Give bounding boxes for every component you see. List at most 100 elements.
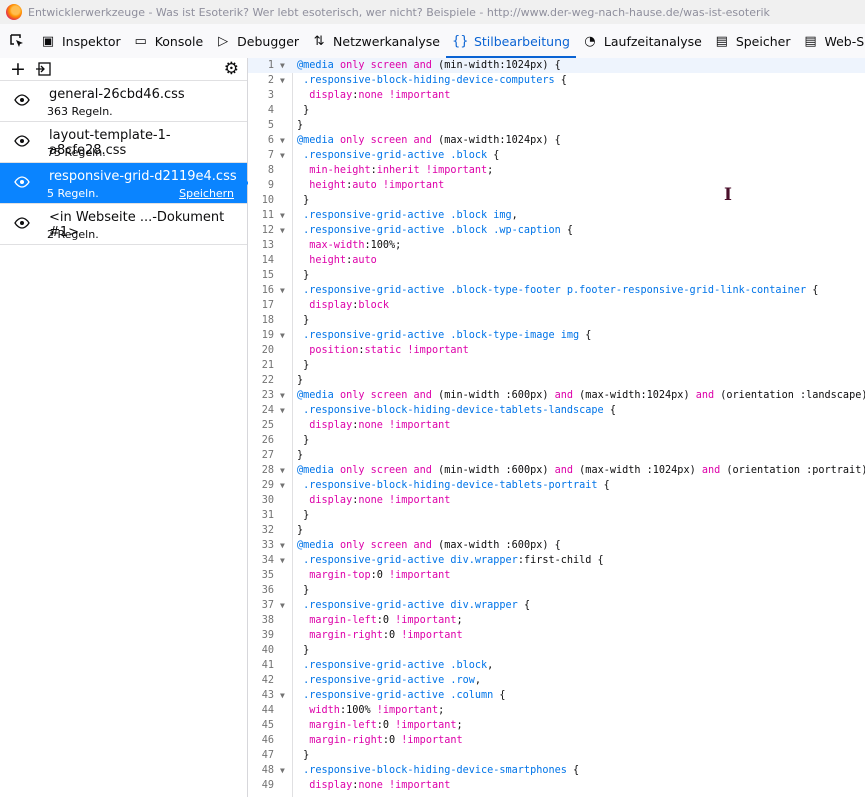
code-line[interactable]: 4 }: [248, 103, 865, 118]
code-line[interactable]: 20 position:static !important: [248, 343, 865, 358]
code-token: none !important: [358, 90, 451, 101]
stylesheet-item[interactable]: <in Webseite ...-Dokument #1> 2 Regeln.: [0, 204, 247, 245]
fold-arrow-icon[interactable]: ▼: [280, 598, 285, 613]
code-line[interactable]: 25 display:none !important: [248, 418, 865, 433]
fold-arrow-icon[interactable]: ▼: [280, 463, 285, 478]
code-text: margin-top:0 !important: [297, 568, 450, 583]
code-line[interactable]: 17 display:block: [248, 298, 865, 313]
eye-visibility-icon[interactable]: [14, 94, 30, 106]
fold-arrow-icon[interactable]: ▼: [280, 58, 285, 73]
code-line[interactable]: 22}: [248, 373, 865, 388]
code-line[interactable]: 30 display:none !important: [248, 493, 865, 508]
code-line[interactable]: 23 ▼ @media only screen and (min-width :60…: [248, 388, 865, 403]
stylesheet-item[interactable]: layout-template-1-a8cfe28.css 75 Regeln.: [0, 122, 247, 163]
stylesheet-item[interactable]: responsive-grid-d2119e4.css 5 Regeln. Spei…: [0, 163, 249, 204]
tab-inspektor[interactable]: ▣ Inspektor: [34, 24, 127, 58]
fold-arrow-icon[interactable]: ▼: [280, 538, 285, 553]
code-text: .responsive-grid-active .block {: [297, 148, 499, 163]
code-line[interactable]: 19 ▼ .responsive-grid-active .block-type-…: [248, 328, 865, 343]
code-line[interactable]: 11 ▼ .responsive-grid-active .block img,: [248, 208, 865, 223]
code-line[interactable]: 7 ▼ .responsive-grid-active .block {: [248, 148, 865, 163]
code-text: }: [297, 508, 309, 523]
code-line[interactable]: 18 }: [248, 313, 865, 328]
fold-arrow-icon[interactable]: ▼: [280, 328, 285, 343]
code-line[interactable]: 34 ▼ .responsive-grid-active div.wrapper:…: [248, 553, 865, 568]
code-line[interactable]: 13 max-width:100%;: [248, 238, 865, 253]
code-line[interactable]: 16 ▼ .responsive-grid-active .block-type-…: [248, 283, 865, 298]
css-code-editor[interactable]: 1 ▼ @media only screen and (min-width:1024…: [248, 58, 865, 797]
line-number: 33: [261, 540, 274, 551]
fold-arrow-icon[interactable]: ▼: [280, 553, 285, 568]
code-line[interactable]: 26 }: [248, 433, 865, 448]
code-token: @media: [297, 135, 340, 146]
code-line[interactable]: 9 height:auto !important: [248, 178, 865, 193]
fold-arrow-icon[interactable]: ▼: [280, 208, 285, 223]
fold-arrow-icon[interactable]: ▼: [280, 688, 285, 703]
tab-stilbearbeitung[interactable]: {} Stilbearbeitung: [445, 24, 576, 58]
code-line[interactable]: 5}: [248, 118, 865, 133]
code-line[interactable]: 1 ▼ @media only screen and (min-width:1024…: [248, 58, 865, 73]
code-line[interactable]: 29 ▼ .responsive-block-hiding-device-tabl…: [248, 478, 865, 493]
element-picker-button[interactable]: [0, 24, 34, 58]
stylesheet-item[interactable]: general-26cbd46.css 363 Regeln.: [0, 81, 247, 122]
new-stylesheet-icon[interactable]: +: [10, 60, 26, 79]
code-line[interactable]: 3 display:none !important: [248, 88, 865, 103]
code-line[interactable]: 12 ▼ .responsive-grid-active .block .wp-c…: [248, 223, 865, 238]
code-line[interactable]: 32}: [248, 523, 865, 538]
code-line[interactable]: 27}: [248, 448, 865, 463]
eye-visibility-icon[interactable]: [14, 176, 30, 188]
code-line[interactable]: 6 ▼ @media only screen and (max-width:1024…: [248, 133, 865, 148]
code-line[interactable]: 41 .responsive-grid-active .block,: [248, 658, 865, 673]
fold-arrow-icon[interactable]: ▼: [280, 403, 285, 418]
code-line[interactable]: 37 ▼ .responsive-grid-active div.wrapper …: [248, 598, 865, 613]
code-line[interactable]: 46 margin-right:0 !important: [248, 733, 865, 748]
fold-arrow-icon[interactable]: ▼: [280, 763, 285, 778]
code-text: .responsive-block-hiding-device-smartpho…: [297, 763, 579, 778]
settings-gear-icon[interactable]: ⚙: [224, 59, 239, 79]
code-line[interactable]: 14 height:auto: [248, 253, 865, 268]
code-line[interactable]: 49 display:none !important: [248, 778, 865, 793]
code-line[interactable]: 42 .responsive-grid-active .row,: [248, 673, 865, 688]
code-line[interactable]: 33 ▼ @media only screen and (max-width :60…: [248, 538, 865, 553]
eye-visibility-icon[interactable]: [14, 135, 30, 147]
fold-arrow-icon[interactable]: ▼: [280, 133, 285, 148]
tab-web-speicher[interactable]: ▤ Web-Speicher: [796, 24, 865, 58]
code-line[interactable]: 38 margin-left:0 !important;: [248, 613, 865, 628]
tab-netzwerkanalyse[interactable]: ⇅ Netzwerkanalyse: [305, 24, 446, 58]
import-stylesheet-icon[interactable]: [35, 62, 52, 76]
code-line[interactable]: 31 }: [248, 508, 865, 523]
code-line[interactable]: 45 margin-left:0 !important;: [248, 718, 865, 733]
fold-arrow-icon[interactable]: ▼: [280, 148, 285, 163]
fold-arrow-icon[interactable]: ▼: [280, 388, 285, 403]
eye-visibility-icon[interactable]: [14, 217, 30, 229]
code-line[interactable]: 47 }: [248, 748, 865, 763]
code-token: @media: [297, 540, 340, 551]
fold-arrow-icon[interactable]: ▼: [280, 223, 285, 238]
save-link[interactable]: Speichern: [179, 187, 234, 200]
code-line[interactable]: 35 margin-top:0 !important: [248, 568, 865, 583]
tab-konsole[interactable]: ▭ Konsole: [127, 24, 209, 58]
code-line[interactable]: 10 }: [248, 193, 865, 208]
tab-laufzeitanalyse[interactable]: ◔ Laufzeitanalyse: [576, 24, 708, 58]
code-line[interactable]: 48 ▼ .responsive-block-hiding-device-smar…: [248, 763, 865, 778]
code-line[interactable]: 15 }: [248, 268, 865, 283]
code-text: }: [297, 523, 303, 538]
code-line[interactable]: 36 }: [248, 583, 865, 598]
fold-arrow-icon[interactable]: ▼: [280, 478, 285, 493]
code-line[interactable]: 8 min-height:inherit !important;: [248, 163, 865, 178]
code-line[interactable]: 28 ▼ @media only screen and (min-width :60…: [248, 463, 865, 478]
code-line[interactable]: 24 ▼ .responsive-block-hiding-device-tabl…: [248, 403, 865, 418]
tab-speicher[interactable]: ▤ Speicher: [708, 24, 797, 58]
fold-arrow-icon[interactable]: ▼: [280, 73, 285, 88]
line-number: 10: [261, 195, 274, 206]
tab-label: Inspektor: [62, 33, 121, 49]
code-line[interactable]: 43 ▼ .responsive-grid-active .column {: [248, 688, 865, 703]
code-line[interactable]: 40 }: [248, 643, 865, 658]
code-line[interactable]: 39 margin-right:0 !important: [248, 628, 865, 643]
fold-arrow-icon[interactable]: ▼: [280, 283, 285, 298]
code-line[interactable]: 2 ▼ .responsive-block-hiding-device-compu…: [248, 73, 865, 88]
tab-debugger[interactable]: ▷ Debugger: [209, 24, 305, 58]
code-text: margin-left:0 !important;: [297, 613, 462, 628]
code-line[interactable]: 21 }: [248, 358, 865, 373]
code-line[interactable]: 44 width:100% !important;: [248, 703, 865, 718]
